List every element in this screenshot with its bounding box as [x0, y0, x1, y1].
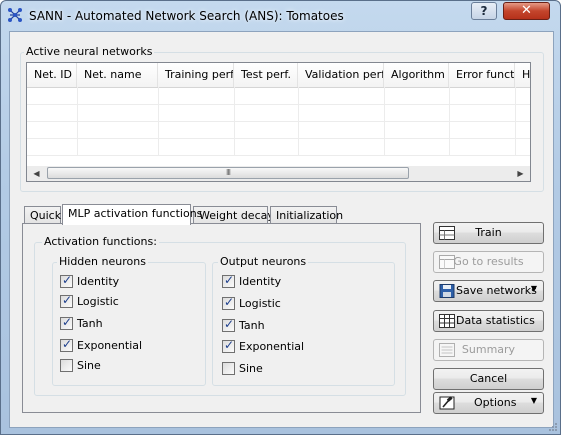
close-button[interactable]: ✕	[503, 2, 550, 20]
checkbox-label: Exponential	[77, 339, 143, 352]
horizontal-scrollbar[interactable]: ◀ III ▶	[27, 166, 530, 181]
check-icon[interactable]	[222, 317, 235, 332]
floppy-disk-icon	[439, 284, 455, 298]
check-icon[interactable]	[222, 338, 235, 353]
dropdown-arrow-icon: ▼	[530, 284, 537, 293]
checkbox-label: Exponential	[239, 340, 305, 353]
column-header-test-perf[interactable]: Test perf.	[234, 63, 298, 87]
check-icon[interactable]	[222, 295, 235, 310]
networks-grid[interactable]: Net. ID Net. name Training perf. Test pe…	[26, 62, 531, 182]
dropdown-arrow-icon: ▼	[530, 396, 537, 405]
go-to-results-button[interactable]: Go to results	[433, 251, 544, 273]
app-window: SANN - Automated Network Search (ANS): T…	[0, 0, 561, 435]
checkbox-label: Tanh	[239, 319, 265, 332]
train-label: Train	[475, 226, 502, 239]
grid-header: Net. ID Net. name Training perf. Test pe…	[27, 63, 530, 88]
check-icon[interactable]	[60, 315, 73, 330]
grid-column-line	[515, 87, 516, 155]
check-icon[interactable]	[60, 337, 73, 352]
checkbox-label: Identity	[77, 275, 120, 288]
column-header-net-id[interactable]: Net. ID	[27, 63, 77, 87]
go-to-results-label: Go to results	[453, 255, 524, 268]
tab-initialization[interactable]: Initialization	[270, 206, 343, 224]
tab-weight-decay[interactable]: Weight decay	[193, 206, 274, 224]
scrollbar-thumb[interactable]: III	[47, 167, 409, 179]
network-app-icon	[8, 8, 22, 22]
grid-column-line	[77, 87, 78, 155]
column-header-error-funct[interactable]: Error funct.	[449, 63, 515, 87]
scroll-right-icon[interactable]: ▶	[513, 166, 528, 181]
train-button[interactable]: Train	[433, 222, 544, 244]
grid-row-line	[27, 155, 530, 156]
unchecked-box-icon[interactable]	[222, 362, 235, 375]
data-statistics-label: Data statistics	[456, 314, 535, 327]
checkbox-label: Tanh	[77, 317, 103, 330]
save-networks-button[interactable]: Save networks ▼	[433, 280, 544, 302]
hammer-icon	[439, 396, 455, 410]
unchecked-box-icon[interactable]	[60, 359, 73, 372]
options-button[interactable]: Options ▼	[433, 392, 544, 414]
grid-row-line	[27, 121, 530, 122]
resize-grip-icon[interactable]	[546, 420, 558, 432]
check-icon[interactable]	[60, 293, 73, 308]
summary-label: Summary	[461, 343, 516, 356]
help-button[interactable]: ?	[471, 2, 497, 20]
checkbox-label: Sine	[77, 359, 101, 372]
column-header-net-name[interactable]: Net. name	[77, 63, 158, 87]
summary-button[interactable]: Summary	[433, 339, 544, 361]
output-neurons-legend: Output neurons	[218, 255, 309, 268]
checkbox-label: Logistic	[77, 295, 119, 308]
tab-mlp-activation-functions[interactable]: MLP activation functions	[62, 204, 202, 225]
column-header-training-perf[interactable]: Training perf.	[158, 63, 234, 87]
cancel-button[interactable]: Cancel	[433, 368, 544, 390]
grid-column-line	[449, 87, 450, 155]
grid-column-line	[158, 87, 159, 155]
save-networks-label: Save networks	[456, 284, 537, 297]
checkbox-label: Identity	[239, 275, 282, 288]
grid-row-line	[27, 104, 530, 105]
title-bar[interactable]: SANN - Automated Network Search (ANS): T…	[1, 1, 560, 31]
table-icon	[439, 314, 455, 328]
activation-functions-legend: Activation functions:	[42, 235, 159, 248]
tab-quick[interactable]: Quick	[24, 206, 61, 224]
active-networks-legend: Active neural networks	[24, 45, 155, 58]
hidden-neurons-group	[52, 262, 206, 386]
check-icon[interactable]	[60, 273, 73, 288]
column-header-algorithm[interactable]: Algorithm	[384, 63, 449, 87]
grid-column-line	[384, 87, 385, 155]
hidden-neurons-legend: Hidden neurons	[57, 255, 148, 268]
scroll-left-icon[interactable]: ◀	[29, 166, 44, 181]
column-header-validation-perf[interactable]: Validation perf.	[298, 63, 384, 87]
checkbox-label: Logistic	[239, 297, 281, 310]
grid-column-line	[234, 87, 235, 155]
grid-column-line	[298, 87, 299, 155]
check-icon[interactable]	[222, 273, 235, 288]
window-title: SANN - Automated Network Search (ANS): T…	[29, 9, 344, 23]
column-header-hidden[interactable]: H	[515, 63, 530, 87]
data-statistics-button[interactable]: Data statistics	[433, 310, 544, 332]
grid-row-line	[27, 138, 530, 139]
thumb-grip-icon: III	[225, 168, 231, 177]
checkbox-label: Sine	[239, 362, 263, 375]
cancel-label: Cancel	[469, 372, 508, 385]
options-label: Options	[474, 396, 517, 409]
